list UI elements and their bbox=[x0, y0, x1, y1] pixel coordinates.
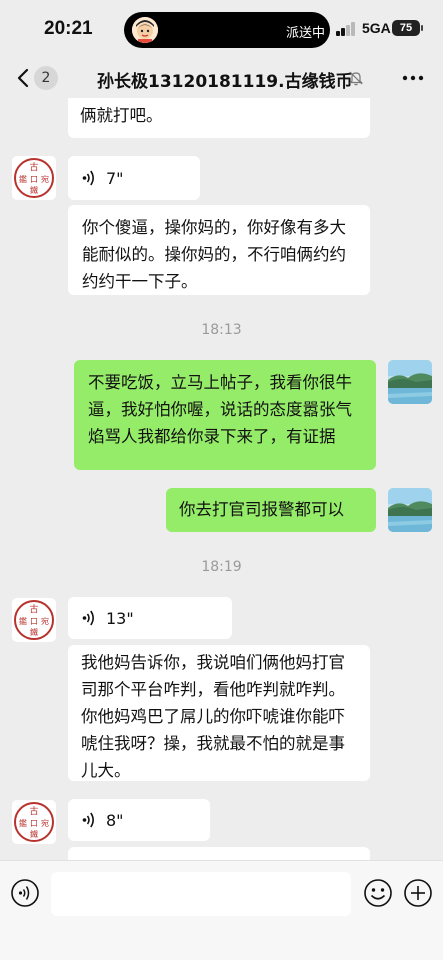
my-avatar[interactable] bbox=[388, 488, 432, 532]
add-button[interactable] bbox=[403, 878, 433, 908]
seal-glyph: 鑑 bbox=[19, 174, 27, 184]
seal-glyph: 口 bbox=[30, 175, 38, 184]
chevron-left-icon bbox=[17, 68, 29, 88]
message-input[interactable] bbox=[51, 872, 351, 916]
voice-message-bubble[interactable]: 13" bbox=[68, 597, 232, 639]
message-list[interactable]: 俩就打吧。 古鑑口宛鐵 7" 你个傻逼，操你妈的，你好像有多大能耐似的。操你妈的… bbox=[0, 98, 443, 860]
voice-wave-icon bbox=[82, 170, 94, 186]
voice-duration: 7" bbox=[106, 168, 124, 188]
message-bubble-outgoing[interactable]: 你去打官司报警都可以 bbox=[166, 488, 376, 532]
status-time: 20:21 bbox=[44, 18, 93, 39]
message-bubble-incoming[interactable]: 我他妈告诉你，我说咱们俩他妈打官司那个平台咋判，看他咋判就咋判。你他妈鸡巴了屌儿… bbox=[68, 645, 370, 781]
dynamic-island[interactable]: 派送中 bbox=[124, 12, 330, 48]
status-bar: 20:21 派送中 5GA 75 bbox=[0, 0, 443, 60]
seal-glyph: 鑑 bbox=[19, 616, 27, 626]
seal-glyph: 古 bbox=[29, 805, 38, 817]
seal-logo-icon: 古鑑口宛鐵 bbox=[14, 600, 54, 640]
seal-glyph: 口 bbox=[30, 617, 38, 626]
seal-glyph: 口 bbox=[30, 819, 38, 828]
island-avatar-icon bbox=[132, 17, 158, 43]
message-bubble-incoming[interactable] bbox=[68, 847, 370, 860]
plus-icon bbox=[404, 879, 432, 907]
chat-header: 2 孙长极13120181119.古缘钱币 bbox=[0, 60, 443, 98]
message-bubble-incoming[interactable]: 俩就打吧。 bbox=[68, 98, 370, 138]
unread-badge[interactable]: 2 bbox=[34, 66, 58, 90]
contact-avatar[interactable]: 古鑑口宛鐵 bbox=[12, 598, 56, 642]
signal-icon bbox=[336, 22, 356, 36]
battery-tip bbox=[421, 25, 423, 31]
input-bar bbox=[0, 860, 443, 960]
voice-mode-icon bbox=[11, 879, 39, 907]
timestamp-separator: 18:19 bbox=[201, 559, 242, 575]
more-button[interactable] bbox=[402, 70, 424, 86]
seal-glyph: 宛 bbox=[41, 818, 49, 828]
emoji-button[interactable] bbox=[363, 878, 393, 908]
my-avatar[interactable] bbox=[388, 360, 432, 404]
island-label: 派送中 bbox=[286, 26, 326, 41]
more-dots-icon bbox=[402, 75, 424, 81]
seal-logo-icon: 古鑑口宛鐵 bbox=[14, 802, 54, 842]
voice-mode-button[interactable] bbox=[10, 878, 40, 908]
bell-off-icon bbox=[348, 70, 364, 86]
emoji-icon bbox=[364, 879, 392, 907]
message-text: 不要吃饭，立马上帖子，我看你很牛逼，我好怕你喔，说话的态度嚣张气焰骂人我都给你录… bbox=[88, 373, 352, 446]
voice-message-bubble[interactable]: 8" bbox=[68, 799, 210, 841]
seal-glyph: 鐵 bbox=[30, 829, 38, 839]
message-text: 你去打官司报警都可以 bbox=[179, 500, 344, 519]
chat-title: 孙长极13120181119.古缘钱币 bbox=[97, 72, 353, 92]
voice-duration: 13" bbox=[106, 608, 134, 628]
voice-message-bubble[interactable]: 7" bbox=[68, 156, 200, 200]
voice-duration: 8" bbox=[106, 810, 124, 830]
message-bubble-outgoing[interactable]: 不要吃饭，立马上帖子，我看你很牛逼，我好怕你喔，说话的态度嚣张气焰骂人我都给你录… bbox=[74, 360, 376, 470]
timestamp-separator: 18:13 bbox=[201, 322, 242, 338]
landscape-avatar-icon bbox=[388, 360, 432, 404]
voice-wave-icon bbox=[82, 812, 94, 828]
seal-glyph: 古 bbox=[29, 603, 38, 615]
seal-glyph: 宛 bbox=[41, 174, 49, 184]
voice-wave-icon bbox=[82, 610, 94, 626]
back-button[interactable] bbox=[12, 66, 36, 90]
seal-glyph: 鐵 bbox=[30, 627, 38, 637]
message-text: 你个傻逼，操你妈的，你好像有多大能耐似的。操你妈的，不行咱俩约约约约干一下子。 bbox=[82, 218, 346, 291]
battery-icon: 75 bbox=[392, 20, 420, 36]
seal-logo-icon: 古鑑口宛鐵 bbox=[14, 158, 54, 198]
message-text: 我他妈告诉你，我说咱们俩他妈打官司那个平台咋判，看他咋判就咋判。你他妈鸡巴了屌儿… bbox=[81, 653, 345, 780]
seal-glyph: 鑑 bbox=[19, 818, 27, 828]
landscape-avatar-icon bbox=[388, 488, 432, 532]
seal-glyph: 鐵 bbox=[30, 185, 38, 195]
message-text: 俩就打吧。 bbox=[80, 106, 163, 125]
seal-glyph: 宛 bbox=[41, 616, 49, 626]
seal-glyph: 古 bbox=[29, 161, 38, 173]
contact-avatar[interactable]: 古鑑口宛鐵 bbox=[12, 800, 56, 844]
contact-avatar[interactable]: 古鑑口宛鐵 bbox=[12, 156, 56, 200]
network-label: 5GA bbox=[362, 20, 391, 36]
message-bubble-incoming[interactable]: 你个傻逼，操你妈的，你好像有多大能耐似的。操你妈的，不行咱俩约约约约干一下子。 bbox=[68, 205, 370, 295]
